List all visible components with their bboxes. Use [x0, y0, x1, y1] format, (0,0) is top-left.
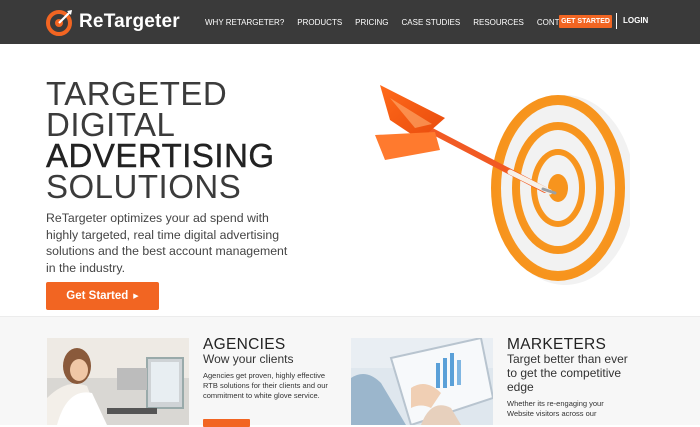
- headline-line-3: ADVERTISING: [46, 137, 275, 174]
- marketers-body: Whether its re-engaging your Website vis…: [507, 399, 604, 419]
- get-started-nav-button[interactable]: GET STARTED: [559, 15, 612, 28]
- login-link[interactable]: LOGIN: [623, 16, 648, 25]
- logo-text: ReTargeter: [79, 11, 180, 32]
- hero-button-label: Get Started: [66, 290, 129, 302]
- headline-line-4: SOLUTIONS: [46, 168, 242, 205]
- marketers-subtitle: Target better than ever to get the compe…: [507, 352, 628, 394]
- hero-headline: TARGETED DIGITAL ADVERTISING SOLUTIONS: [46, 75, 346, 205]
- triangle-right-icon: ▶: [133, 293, 139, 300]
- nav-resources[interactable]: RESOURCES: [473, 18, 524, 27]
- nav-case-studies[interactable]: CASE STUDIES: [402, 18, 461, 27]
- nav-products[interactable]: PRODUCTS: [297, 18, 342, 27]
- agencies-body: Agencies get proven, highly effective RT…: [203, 371, 328, 401]
- nav-pricing[interactable]: PRICING: [355, 18, 388, 27]
- agencies-learn-more-button[interactable]: [203, 419, 250, 427]
- agencies-subtitle: Wow your clients: [203, 352, 294, 366]
- dart-target-illustration: [375, 85, 630, 285]
- nav-why-retargeter[interactable]: WHY RETARGETER?: [205, 18, 284, 27]
- headline-line-1: TARGETED: [46, 75, 228, 112]
- nav-divider: [616, 13, 617, 29]
- get-started-hero-button[interactable]: Get Started ▶: [46, 282, 159, 310]
- logo[interactable]: ReTargeter: [46, 8, 180, 36]
- retargeter-logo-icon: [46, 10, 72, 36]
- marketers-photo: [351, 338, 493, 425]
- top-navigation-bar: ReTargeter WHY RETARGETER? PRODUCTS PRIC…: [0, 0, 700, 44]
- agencies-photo: [47, 338, 189, 425]
- hero-subtext: ReTargeter optimizes your ad spend with …: [46, 211, 288, 275]
- headline-line-2: DIGITAL: [46, 106, 176, 143]
- main-nav: WHY RETARGETER? PRODUCTS PRICING CASE ST…: [205, 0, 588, 44]
